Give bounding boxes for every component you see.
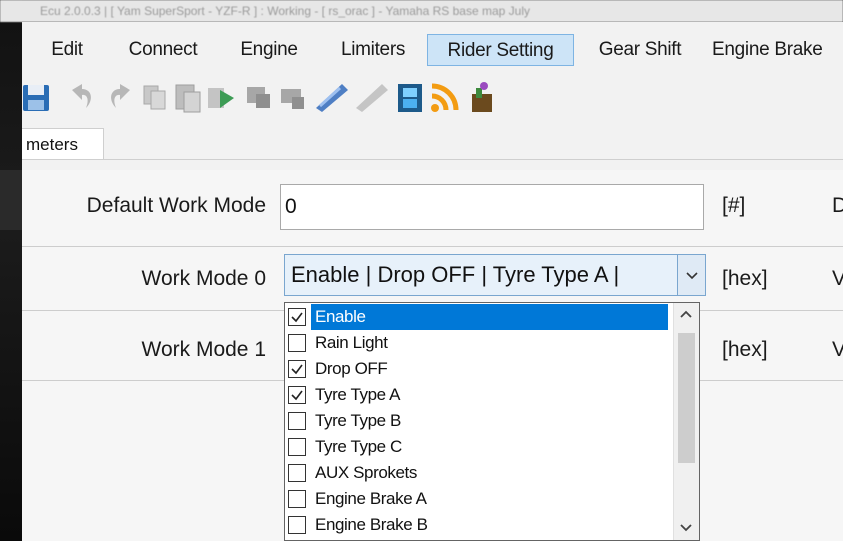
- dropdown-option-label: Engine Brake B: [315, 515, 428, 534]
- checkbox-checked-icon[interactable]: [288, 308, 306, 326]
- dropdown-option[interactable]: Tyre Type C: [285, 434, 674, 460]
- checkbox-icon[interactable]: [288, 464, 306, 482]
- work-mode-0-unit: [hex]: [722, 267, 768, 290]
- work-mode-0-next-col: V: [832, 267, 843, 290]
- menu-gear-shift[interactable]: Gear Shift: [590, 34, 690, 66]
- map-up-icon[interactable]: [278, 80, 308, 114]
- dropdown-option[interactable]: Drop OFF: [285, 356, 674, 382]
- work-mode-1-next-col: V: [832, 338, 843, 361]
- film-icon[interactable]: [396, 80, 426, 114]
- default-work-mode-input[interactable]: 0: [280, 184, 704, 230]
- checkbox-checked-icon[interactable]: [288, 386, 306, 404]
- work-mode-0-label: Work Mode 0: [141, 267, 267, 290]
- chevron-down-icon[interactable]: [677, 255, 705, 295]
- paste-icon[interactable]: [172, 80, 202, 114]
- compare-icon[interactable]: [206, 80, 236, 114]
- scroll-down-icon[interactable]: [674, 517, 698, 539]
- dropdown-option-label: Drop OFF: [315, 359, 388, 378]
- menu-engine-brake[interactable]: Engine Brake: [712, 34, 843, 66]
- dropdown-option-label: AUX Sprokets: [315, 463, 417, 482]
- menu-rider-setting[interactable]: Rider Setting: [427, 34, 574, 66]
- row-divider: [22, 246, 843, 247]
- dropdown-option[interactable]: Rain Light: [285, 330, 674, 356]
- feed-icon[interactable]: [430, 80, 460, 114]
- dropdown-option[interactable]: AUX Sprokets: [285, 460, 674, 486]
- menu-bar: Edit Connect Engine Limiters Rider Setti…: [22, 30, 843, 70]
- checkbox-checked-icon[interactable]: [288, 360, 306, 378]
- tool-icon[interactable]: [466, 80, 496, 114]
- default-work-mode-label: Default Work Mode: [86, 194, 266, 217]
- menu-edit[interactable]: Edit: [44, 34, 90, 66]
- copy-icon[interactable]: [140, 80, 170, 114]
- work-mode-0-value: Enable | Drop OFF | Tyre Type A |: [291, 262, 620, 287]
- menu-limiters[interactable]: Limiters: [327, 34, 419, 66]
- work-mode-0-select[interactable]: Enable | Drop OFF | Tyre Type A |: [284, 254, 706, 296]
- redo-icon[interactable]: [106, 80, 136, 114]
- tab-divider: [22, 159, 843, 160]
- work-mode-1-unit: [hex]: [722, 338, 768, 361]
- dropdown-option[interactable]: Tyre Type A: [285, 382, 674, 408]
- dropdown-option-label: Engine Brake A: [315, 489, 427, 508]
- flash-read-icon[interactable]: [352, 80, 392, 114]
- checkbox-icon[interactable]: [288, 412, 306, 430]
- scroll-thumb[interactable]: [678, 333, 695, 463]
- dropdown-option[interactable]: Tyre Type B: [285, 408, 674, 434]
- work-mode-0-dropdown: Enable Rain Light Drop OFF Tyre Type A Tyre …: [284, 302, 700, 541]
- default-work-mode-next-col: D: [832, 194, 843, 217]
- settings-panel: Default Work Mode 0 [#] D Work Mode 0 En…: [22, 170, 843, 541]
- menu-connect[interactable]: Connect: [117, 34, 209, 66]
- background-left: [0, 0, 22, 541]
- checkbox-icon[interactable]: [288, 516, 306, 534]
- dropdown-scrollbar[interactable]: [673, 303, 699, 540]
- checkbox-icon[interactable]: [288, 334, 306, 352]
- tab-parameters[interactable]: meters: [22, 128, 104, 160]
- dropdown-option-label: Tyre Type A: [315, 385, 401, 404]
- dropdown-option-label: Enable: [311, 304, 668, 330]
- undo-icon[interactable]: [66, 80, 96, 114]
- dropdown-option-label: Rain Light: [315, 333, 388, 352]
- save-icon[interactable]: [22, 80, 52, 114]
- dropdown-option[interactable]: Enable: [285, 304, 674, 330]
- dropdown-option-label: Tyre Type B: [315, 411, 401, 430]
- default-work-mode-unit: [#]: [722, 194, 746, 217]
- dropdown-option-label: Tyre Type C: [315, 437, 402, 456]
- toolbar: [22, 78, 843, 122]
- menu-engine[interactable]: Engine: [229, 34, 309, 66]
- flash-write-icon[interactable]: [312, 80, 352, 114]
- checkbox-icon[interactable]: [288, 490, 306, 508]
- checkbox-icon[interactable]: [288, 438, 306, 456]
- background-strip: [0, 170, 22, 230]
- app-window: Edit Connect Engine Limiters Rider Setti…: [22, 22, 843, 541]
- map-down-icon[interactable]: [244, 80, 274, 114]
- scroll-up-icon[interactable]: [674, 303, 698, 325]
- title-bar: Ecu 2.0.0.3 | [ Yam SuperSport - YZF-R ]…: [0, 0, 843, 22]
- work-mode-1-label: Work Mode 1: [141, 338, 267, 361]
- dropdown-option[interactable]: Engine Brake B: [285, 512, 674, 538]
- dropdown-option[interactable]: Engine Brake A: [285, 486, 674, 512]
